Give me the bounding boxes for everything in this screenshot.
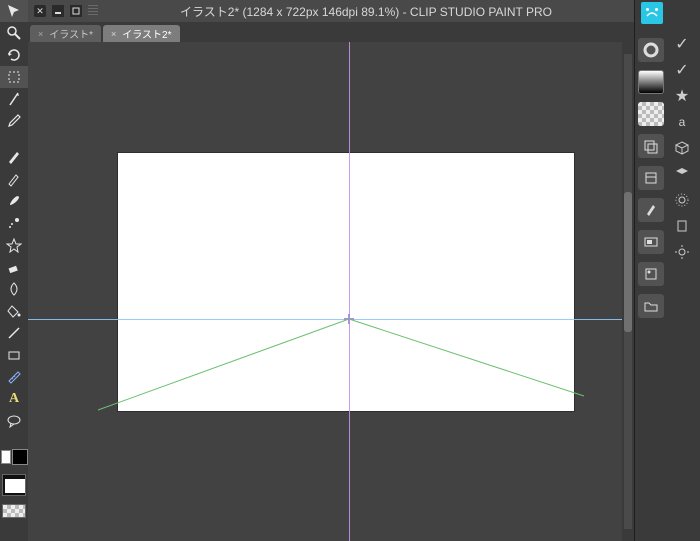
- brush-panel-icon[interactable]: [638, 198, 664, 222]
- text-tool-icon[interactable]: A: [0, 388, 28, 410]
- canvas-document[interactable]: [118, 153, 574, 411]
- check-icon[interactable]: ✓: [673, 62, 691, 78]
- folder-panel-icon[interactable]: [638, 294, 664, 318]
- marquee-tool-icon[interactable]: [0, 66, 28, 88]
- vertical-scrollbar[interactable]: [622, 42, 634, 541]
- eraser-tool-icon[interactable]: [0, 256, 28, 278]
- tab-label: イラスト*: [49, 26, 93, 41]
- line-tool-icon[interactable]: [0, 322, 28, 344]
- window-maximize-button[interactable]: [70, 5, 82, 17]
- navigator-panel-icon[interactable]: [638, 230, 664, 254]
- vanishing-point-handle[interactable]: [344, 314, 354, 324]
- gradient-panel-icon[interactable]: [638, 70, 664, 94]
- cube-icon[interactable]: [673, 166, 691, 182]
- pen-tool-icon[interactable]: [0, 146, 28, 168]
- decoration-tool-icon[interactable]: [0, 234, 28, 256]
- color-wheel-icon[interactable]: [638, 38, 664, 62]
- window-title: イラスト2* (1284 x 722px 146dpi 89.1%) - CLI…: [98, 3, 634, 20]
- window-minimize-button[interactable]: [52, 5, 64, 17]
- balloon-tool-icon[interactable]: [0, 410, 28, 432]
- horizontal-guide[interactable]: [28, 319, 622, 320]
- star-icon[interactable]: ★: [673, 88, 691, 104]
- pattern-panel-icon[interactable]: [638, 102, 664, 126]
- brush-tool-icon[interactable]: [0, 190, 28, 212]
- rotate-view-icon[interactable]: [0, 44, 28, 66]
- page-icon[interactable]: [673, 218, 691, 234]
- move-tool-icon[interactable]: [0, 0, 28, 22]
- airbrush-tool-icon[interactable]: [0, 212, 28, 234]
- titlebar-grip-icon: [88, 5, 98, 17]
- document-tab-active[interactable]: × イラスト2*: [103, 25, 180, 42]
- eyedropper-icon[interactable]: [0, 110, 28, 132]
- canvas-viewport[interactable]: [28, 42, 622, 541]
- tab-label: イラスト2*: [122, 26, 171, 41]
- check-icon[interactable]: ✓: [673, 36, 691, 52]
- text-chip-icon[interactable]: a: [673, 114, 691, 130]
- transparency-indicator-icon: [2, 504, 26, 518]
- title-bar: ✕ イラスト2* (1284 x 722px 146dpi 89.1%) - C…: [28, 0, 634, 22]
- wand-tool-icon[interactable]: [0, 88, 28, 110]
- tab-close-icon[interactable]: ×: [111, 29, 116, 39]
- layer-panel-icon[interactable]: [638, 134, 664, 158]
- tab-close-icon[interactable]: ×: [38, 29, 43, 39]
- ruler-tool-icon[interactable]: [0, 366, 28, 388]
- zoom-tool-icon[interactable]: [0, 22, 28, 44]
- fill-tool-icon[interactable]: [0, 300, 28, 322]
- window-close-button[interactable]: ✕: [34, 5, 46, 17]
- tool-palette: A: [0, 0, 28, 541]
- cube-icon[interactable]: [673, 140, 691, 156]
- material-panel-icon[interactable]: [638, 262, 664, 286]
- palette-dock: ✓ ✓ ★ a: [634, 0, 700, 541]
- navigator-thumbnail[interactable]: [2, 474, 26, 496]
- blend-tool-icon[interactable]: [0, 278, 28, 300]
- document-tab[interactable]: × イラスト*: [30, 25, 101, 42]
- settings-icon[interactable]: [673, 192, 691, 208]
- history-panel-icon[interactable]: [638, 166, 664, 190]
- color-swatches[interactable]: [0, 446, 28, 468]
- document-tab-bar: × イラスト* × イラスト2*: [28, 22, 634, 42]
- sun-icon[interactable]: [673, 244, 691, 260]
- vertical-guide[interactable]: [349, 42, 350, 541]
- shape-tool-icon[interactable]: [0, 344, 28, 366]
- pencil-tool-icon[interactable]: [0, 168, 28, 190]
